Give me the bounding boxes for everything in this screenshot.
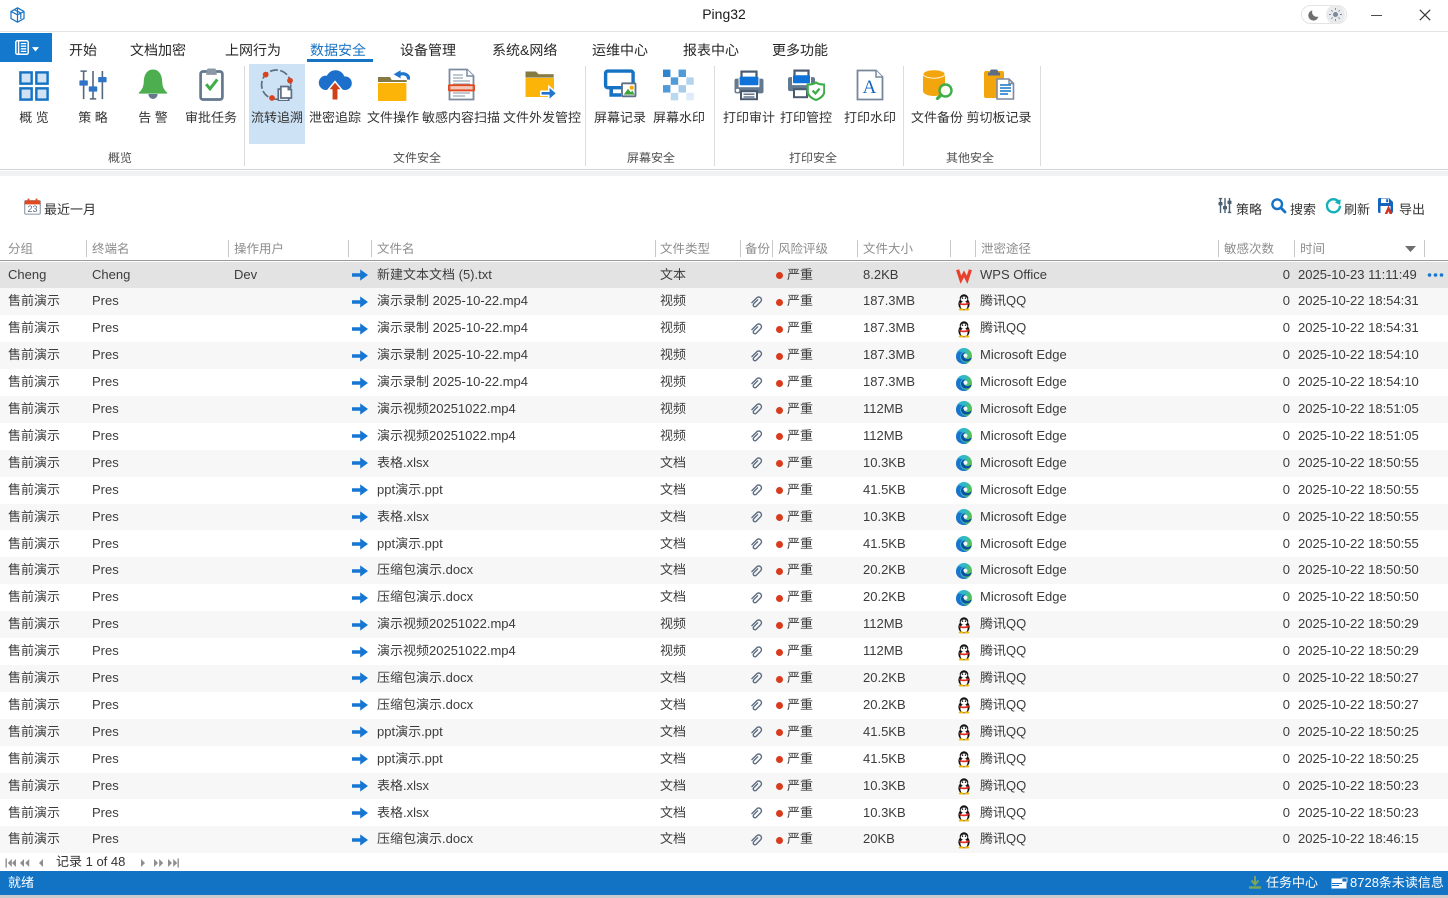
svg-text:23: 23 xyxy=(27,204,37,214)
